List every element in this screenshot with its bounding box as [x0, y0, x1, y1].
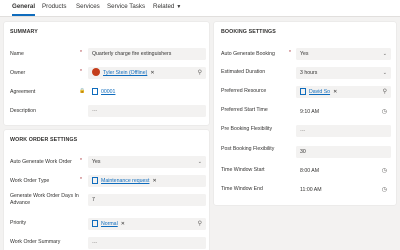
search-icon[interactable]: ⚲: [383, 86, 387, 98]
priority-label: Priority: [10, 220, 27, 226]
work-order-type-link[interactable]: Maintenance request: [101, 178, 149, 184]
remove-icon[interactable]: ✕: [150, 70, 154, 76]
pre-booking-flexibility-label: Pre Booking Flexibility: [221, 126, 273, 132]
clock-icon[interactable]: ◷: [382, 106, 387, 118]
owner-field[interactable]: Tyler Stein (Offline) ✕ ⚲: [88, 67, 206, 79]
agreement-label: Agreement: [10, 89, 36, 95]
remove-icon[interactable]: ✕: [121, 221, 125, 227]
auto-generate-work-order-value: Yes: [92, 159, 101, 165]
search-icon[interactable]: ⚲: [198, 218, 202, 230]
booking-settings-title: BOOKING SETTINGS: [221, 29, 276, 35]
record-icon: [300, 87, 306, 95]
post-booking-flexibility-value: 30: [300, 149, 306, 155]
priority-link[interactable]: Normal: [101, 221, 118, 227]
tab-services[interactable]: Services: [76, 2, 100, 16]
owner-label: Owner: [10, 70, 26, 76]
auto-generate-booking-value: Yes: [300, 51, 309, 57]
preferred-resource-field[interactable]: David So ✕ ⚲: [296, 86, 391, 98]
preferred-start-time-value: 9:10 AM: [300, 109, 320, 115]
preferred-start-time-label: Preferred Start Time: [221, 107, 268, 113]
work-order-type-field[interactable]: Maintenance request ✕: [88, 175, 206, 187]
required-marker: *: [80, 177, 82, 183]
description-field[interactable]: ---: [88, 105, 206, 117]
required-marker: *: [80, 69, 82, 75]
tab-service-tasks-label: Service Tasks: [107, 3, 146, 10]
preferred-start-time-field[interactable]: 9:10 AM ◷: [296, 106, 391, 118]
clock-icon[interactable]: ◷: [382, 184, 387, 196]
time-window-end-value: 11:00 AM: [300, 187, 322, 193]
record-icon: [92, 219, 98, 227]
work-order-summary-value: ---: [92, 240, 98, 246]
estimated-duration-select[interactable]: 3 hours ⌄: [296, 67, 391, 79]
record-icon: [92, 87, 98, 95]
auto-generate-work-order-select[interactable]: Yes ⌄: [88, 156, 206, 168]
pre-booking-flexibility-field[interactable]: ---: [296, 125, 391, 137]
search-icon[interactable]: ⚲: [198, 67, 202, 79]
record-icon: [92, 176, 98, 184]
work-order-summary-field[interactable]: ---: [88, 237, 206, 249]
days-in-advance-value: 7: [92, 197, 95, 203]
tab-bar: General Products Services Service Tasks …: [0, 0, 400, 17]
pre-booking-flexibility-value: ---: [300, 128, 306, 134]
time-window-end-label: Time Window End: [221, 186, 263, 192]
tab-general-label: General: [12, 3, 36, 10]
agreement-field[interactable]: 00001: [88, 86, 206, 98]
name-label: Name: [10, 51, 24, 57]
preferred-resource-link[interactable]: David So: [309, 89, 330, 95]
days-in-advance-field[interactable]: 7: [88, 194, 206, 206]
work-order-settings-title: WORK ORDER SETTINGS: [10, 137, 78, 143]
post-booking-flexibility-field[interactable]: 30: [296, 146, 391, 158]
tab-related[interactable]: Related ▼: [153, 2, 181, 16]
summary-title: SUMMARY: [10, 29, 38, 35]
post-booking-flexibility-label: Post Booking Flexibility: [221, 146, 275, 152]
auto-generate-booking-select[interactable]: Yes ⌄: [296, 48, 391, 60]
tab-service-tasks[interactable]: Service Tasks: [107, 2, 145, 16]
required-marker: *: [289, 50, 291, 56]
name-value: Quarterly charge fire extinguishers: [92, 51, 172, 57]
tab-related-label: Related: [153, 3, 175, 10]
time-window-start-value: 8:00 AM: [300, 168, 320, 174]
required-marker: *: [80, 50, 82, 56]
tab-products[interactable]: Products: [42, 2, 66, 16]
priority-field[interactable]: Normal ✕ ⚲: [88, 218, 206, 230]
tab-general[interactable]: General: [12, 2, 36, 16]
estimated-duration-label: Estimated Duration: [221, 69, 266, 75]
agreement-value-link[interactable]: 00001: [101, 89, 115, 95]
chevron-down-icon: ▼: [176, 4, 182, 10]
tab-services-label: Services: [76, 3, 100, 10]
description-value: ---: [92, 108, 98, 114]
owner-value-link[interactable]: Tyler Stein (Offline): [103, 70, 147, 76]
auto-generate-booking-label: Auto Generate Booking: [221, 51, 275, 57]
required-marker: *: [80, 158, 82, 164]
remove-icon[interactable]: ✕: [333, 89, 337, 95]
work-order-type-label: Work Order Type: [10, 178, 50, 184]
estimated-duration-value: 3 hours: [300, 70, 318, 76]
booking-settings-section: BOOKING SETTINGS Auto Generate Booking *…: [214, 22, 396, 205]
chevron-down-icon: ⌄: [382, 51, 387, 57]
chevron-down-icon: ⌄: [382, 70, 387, 76]
description-label: Description: [10, 108, 36, 114]
time-window-start-label: Time Window Start: [221, 167, 265, 173]
preferred-resource-label: Preferred Resource: [221, 88, 267, 94]
auto-generate-work-order-label: Auto Generate Work Order: [10, 159, 72, 165]
lock-icon: 🔒: [79, 88, 86, 94]
work-order-summary-label: Work Order Summary: [10, 239, 61, 245]
time-window-end-field[interactable]: 11:00 AM ◷: [296, 184, 391, 196]
time-window-start-field[interactable]: 8:00 AM ◷: [296, 165, 391, 177]
clock-icon[interactable]: ◷: [382, 165, 387, 177]
tab-products-label: Products: [42, 3, 67, 10]
work-order-settings-section: WORK ORDER SETTINGS Auto Generate Work O…: [4, 130, 209, 250]
summary-section: SUMMARY Name * Quarterly charge fire ext…: [4, 22, 209, 125]
avatar: [92, 68, 100, 77]
days-in-advance-label: Generate Work Order Days In Advance: [10, 193, 79, 206]
chevron-down-icon: ⌄: [197, 159, 202, 165]
remove-icon[interactable]: ✕: [152, 178, 156, 184]
name-field[interactable]: Quarterly charge fire extinguishers: [88, 48, 206, 60]
